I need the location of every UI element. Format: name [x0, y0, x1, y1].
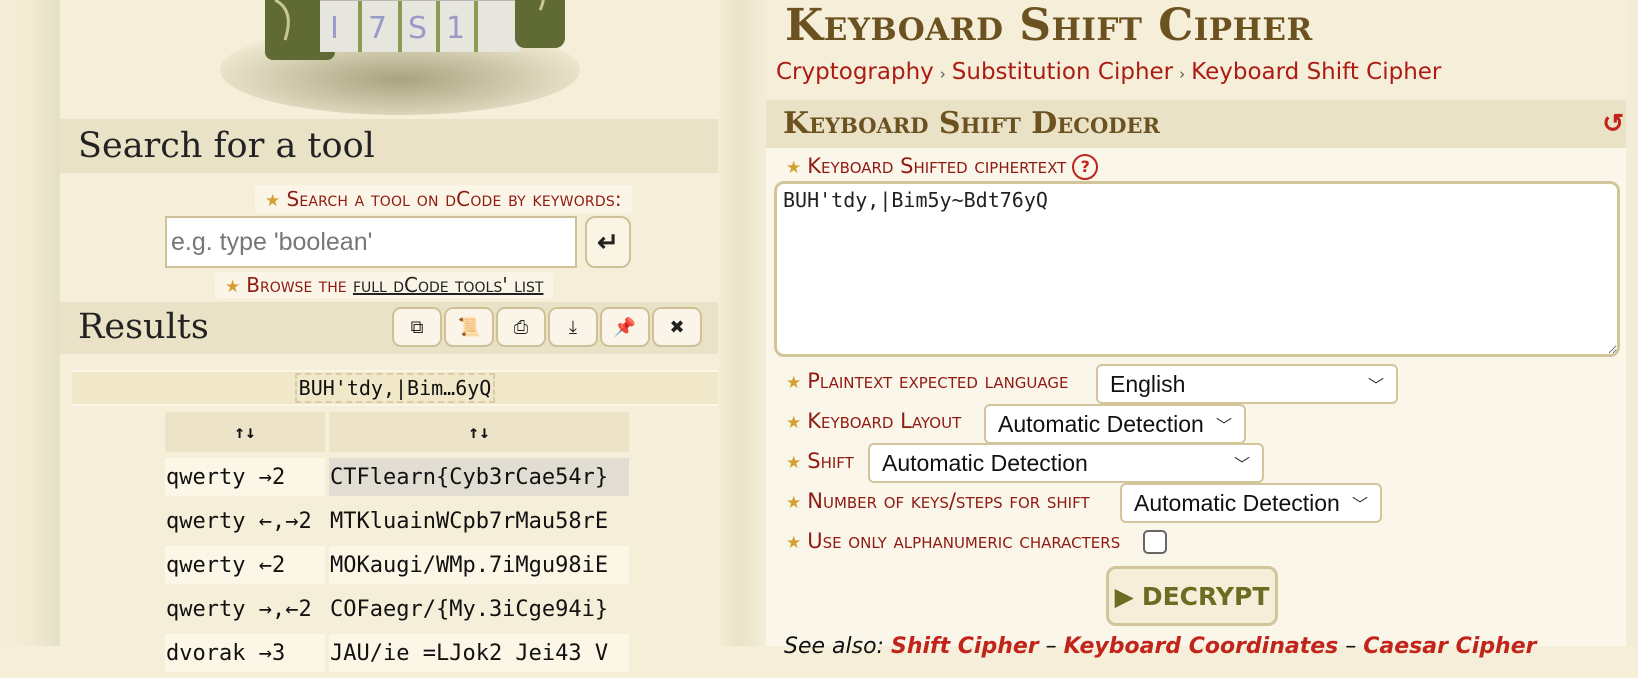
play-icon: ▶	[1114, 581, 1134, 611]
browse-tools-line: ★ Browse the full dCode tools' list	[215, 272, 554, 298]
column-divider	[718, 0, 766, 646]
pin-icon: 📌	[613, 316, 637, 337]
scroll-results-button[interactable]: 📜	[444, 307, 494, 347]
ciphertext-input[interactable]	[774, 181, 1620, 357]
result-text[interactable]: CTFlearn{Cyb3rCae54r}	[329, 458, 629, 496]
result-text[interactable]: MTKluainWCpb7rMau58rE	[329, 502, 629, 540]
sort-column-result[interactable]: ↑↓	[329, 412, 629, 452]
chevron-down-icon: ﹀	[1233, 457, 1250, 474]
star-icon: ★	[786, 533, 802, 553]
close-icon: ✖	[669, 316, 685, 337]
steps-select[interactable]: Automatic Detection ﹀	[1120, 483, 1382, 523]
table-row: qwerty →,←2 COFaegr/{My.3iCge94i}	[165, 590, 629, 628]
decoder-panel-header: Keyboard Shift Decoder ↺	[766, 100, 1628, 148]
reset-icon[interactable]: ↺	[1602, 108, 1624, 139]
pin-results-button[interactable]: 📌	[600, 307, 650, 347]
chevron-down-icon: ﹀	[1215, 418, 1232, 435]
table-row: qwerty ←,→2 MTKluainWCpb7rMau58rE	[165, 502, 629, 540]
result-method: qwerty →,←2	[166, 596, 312, 622]
search-keywords-label: ★ Search a tool on dCode by keywords:	[255, 185, 632, 213]
svg-text:I: I	[330, 11, 339, 46]
search-submit-button[interactable]: ↵	[585, 216, 631, 268]
chevron-down-icon: ﹀	[1351, 497, 1368, 514]
language-select[interactable]: English ﹀	[1096, 364, 1398, 404]
result-input-text[interactable]: BUH'tdy,|Bim…6yQ	[294, 373, 496, 403]
see-also-keyboard-coordinates[interactable]: Keyboard Coordinates	[1064, 634, 1339, 659]
copy-icon: ⧉	[410, 316, 424, 337]
ciphertext-label: ★ Keyboard Shifted ciphertext?	[786, 152, 1099, 182]
result-method: qwerty →2	[165, 458, 325, 496]
shift-label: ★ Shift	[786, 449, 854, 473]
cryptex-logo-image: EUX I7S1	[220, 0, 580, 115]
see-also-line: See also: Shift Cipher – Keyboard Coordi…	[784, 634, 1537, 659]
results-toolbar: ⧉ 📜 ⎙ ⤓ 📌 ✖	[392, 307, 702, 347]
alphanumeric-checkbox[interactable]	[1143, 530, 1167, 554]
print-results-button[interactable]: ⎙	[496, 307, 546, 347]
keyboard-layout-label: ★ Keyboard Layout	[786, 409, 962, 433]
breadcrumb-separator-icon: ›	[1179, 65, 1186, 83]
copy-results-button[interactable]: ⧉	[392, 307, 442, 347]
download-icon: ⤓	[569, 316, 577, 337]
star-icon: ★	[786, 413, 802, 433]
see-also-caesar-cipher[interactable]: Caesar Cipher	[1363, 634, 1536, 659]
full-tools-list-link[interactable]: full dCode tools' list	[353, 273, 544, 297]
see-also-shift-cipher[interactable]: Shift Cipher	[891, 634, 1039, 659]
table-row: qwerty ←2 MOKaugi/WMp.7iMgu98iE	[165, 546, 629, 584]
close-results-button[interactable]: ✖	[652, 307, 702, 347]
chevron-down-icon: ﹀	[1367, 378, 1384, 395]
sort-column-method[interactable]: ↑↓	[165, 412, 325, 452]
print-icon: ⎙	[513, 316, 529, 337]
scroll-icon: 📜	[457, 316, 481, 337]
breadcrumb-substitution-cipher[interactable]: Substitution Cipher	[952, 59, 1173, 85]
decrypt-button[interactable]: ▶ DECRYPT	[1106, 566, 1278, 626]
result-input-summary: BUH'tdy,|Bim…6yQ	[72, 370, 718, 406]
result-text[interactable]: COFaegr/{My.3iCge94i}	[329, 590, 629, 628]
help-icon[interactable]: ?	[1072, 154, 1099, 180]
result-method: qwerty ←2	[165, 546, 325, 584]
breadcrumb: Cryptography › Substitution Cipher › Keyboar…	[776, 56, 1441, 90]
star-icon: ★	[225, 277, 241, 297]
keyboard-layout-select[interactable]: Automatic Detection ﹀	[984, 404, 1246, 444]
result-text[interactable]: MOKaugi/WMp.7iMgu98iE	[329, 546, 629, 584]
left-gutter	[0, 0, 60, 646]
svg-text:S: S	[408, 11, 427, 46]
tool-search-input[interactable]	[165, 216, 577, 268]
page-title: Keyboard Shift Cipher	[785, 0, 1313, 51]
star-icon: ★	[786, 453, 802, 473]
right-gutter	[1626, 0, 1638, 646]
table-row: qwerty →2 CTFlearn{Cyb3rCae54r}	[165, 458, 629, 496]
star-icon: ★	[786, 493, 802, 513]
star-icon: ★	[786, 373, 802, 393]
download-results-button[interactable]: ⤓	[548, 307, 598, 347]
enter-arrow-icon: ↵	[597, 226, 619, 257]
star-icon: ★	[786, 158, 802, 178]
search-section-heading: Search for a tool	[60, 119, 718, 173]
alphanumeric-label: ★ Use only alphanumeric characters	[786, 529, 1121, 553]
result-method: qwerty ←,→2	[166, 508, 312, 534]
table-row: dvorak →3 JAU/ie =LJok2 Jei43 V	[165, 634, 629, 672]
svg-text:1: 1	[446, 11, 465, 46]
breadcrumb-keyboard-shift-cipher[interactable]: Keyboard Shift Cipher	[1191, 59, 1441, 85]
breadcrumb-cryptography[interactable]: Cryptography	[776, 59, 934, 85]
steps-label: ★ Number of keys/steps for shift	[786, 489, 1090, 513]
language-label: ★ Plaintext expected language	[786, 369, 1069, 393]
results-table: ↑↓ ↑↓ qwerty →2 CTFlearn{Cyb3rCae54r} qw…	[161, 406, 633, 678]
result-method: dvorak →3	[165, 634, 325, 672]
decoder-panel-title: Keyboard Shift Decoder	[783, 106, 1160, 141]
breadcrumb-separator-icon: ›	[939, 65, 946, 83]
sidebar: EUX I7S1 Search for a tool ★Search a too…	[60, 0, 718, 672]
result-text[interactable]: JAU/ie =LJok2 Jei43 V	[329, 634, 629, 672]
svg-text:7: 7	[368, 11, 387, 46]
star-icon: ★	[265, 191, 281, 211]
shift-select[interactable]: Automatic Detection ﹀	[868, 443, 1264, 483]
